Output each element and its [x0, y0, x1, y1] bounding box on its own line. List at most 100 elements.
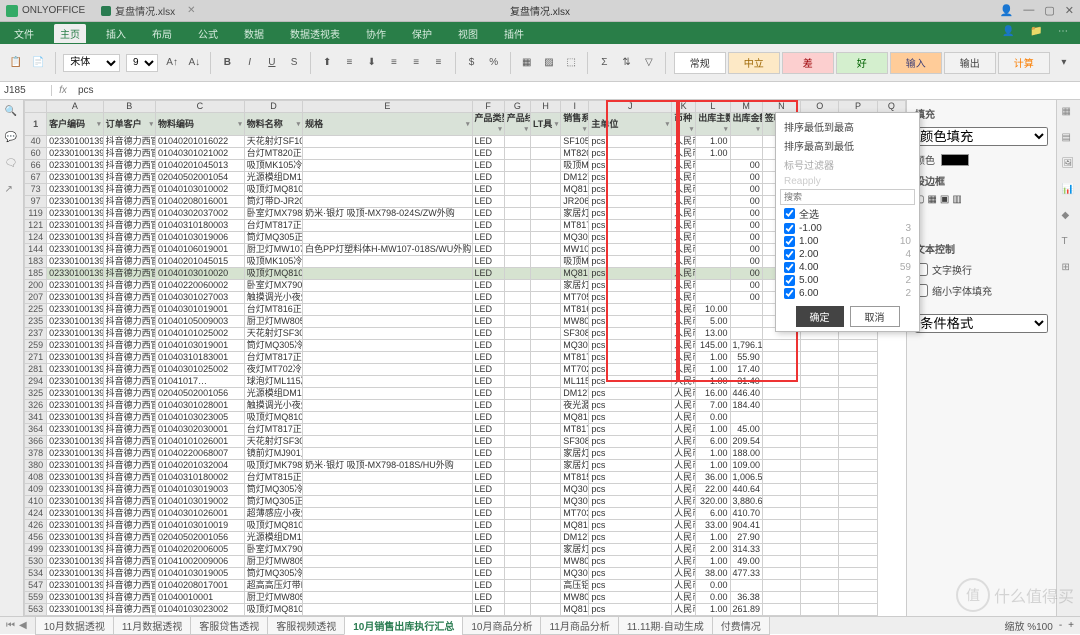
cell[interactable]: 超高高压灯带D铝栅30%、DP-127-400W/DP-127-400W/HU外…	[244, 580, 302, 592]
cell[interactable]: 人民币	[672, 244, 696, 256]
cell[interactable]	[530, 400, 560, 412]
cell[interactable]: LED	[472, 472, 504, 484]
cell[interactable]: 人民币	[672, 376, 696, 388]
cell[interactable]: 1.00	[696, 136, 730, 148]
cell[interactable]	[303, 220, 472, 232]
row-header[interactable]: 1	[25, 113, 47, 136]
cell[interactable]: 02330100139	[47, 292, 103, 304]
cell[interactable]: 抖音德力西官方	[103, 268, 155, 280]
col-header[interactable]: P	[839, 101, 877, 113]
cell[interactable]: pcs	[589, 292, 672, 304]
zoom-out[interactable]: -	[1059, 620, 1062, 631]
cell[interactable]: MQ305系列筒灯	[561, 232, 589, 244]
cell[interactable]	[303, 436, 472, 448]
cell-style[interactable]: 计算	[998, 52, 1050, 74]
cell[interactable]	[530, 184, 560, 196]
ribbon-right-icon[interactable]: ⋯	[1058, 26, 1072, 40]
cell[interactable]: 抖音德力西官方	[103, 196, 155, 208]
table-header-cell[interactable]: 物料名称▾	[244, 113, 302, 136]
cell[interactable]: pcs	[589, 496, 672, 508]
cell[interactable]	[530, 292, 560, 304]
cell[interactable]: 触摸调光小夜灯MT7012PP白色 塑料圆形ID-MT701-001S/LZ外购	[244, 400, 302, 412]
cell[interactable]: 01040301026001	[156, 508, 245, 520]
cell[interactable]	[839, 532, 877, 544]
cell[interactable]: MT705	[561, 292, 589, 304]
cell[interactable]	[530, 388, 560, 400]
align-center-icon[interactable]: ≡	[408, 53, 424, 73]
cell[interactable]: MT817系列台灯	[561, 220, 589, 232]
col-header[interactable]: I	[561, 101, 589, 113]
col-header[interactable]: J	[589, 101, 672, 113]
cell[interactable]	[530, 424, 560, 436]
cell[interactable]: 人民币	[672, 604, 696, 616]
cell[interactable]	[504, 232, 530, 244]
cell[interactable]: 抖音德力西官方	[103, 544, 155, 556]
cell[interactable]	[839, 352, 877, 364]
cell[interactable]	[504, 148, 530, 160]
row-header[interactable]: 73	[25, 184, 47, 196]
cell[interactable]: 02330100139	[47, 412, 103, 424]
cell[interactable]	[839, 604, 877, 616]
percent-icon[interactable]: %	[486, 53, 502, 73]
cell[interactable]: 抖音德力西官方	[103, 292, 155, 304]
cell[interactable]: 光源模组DM127冷白24W24W模组、透光ID-DM-127-024S/ZC外…	[244, 388, 302, 400]
cell[interactable]	[696, 220, 730, 232]
cell[interactable]: 光源模组DM127冷白24W24W模组、透光ID-DM-127-018S/ZC外…	[244, 532, 302, 544]
cell[interactable]: LED	[472, 568, 504, 580]
cell[interactable]: 440.64	[730, 484, 762, 496]
cell[interactable]: 01040310180003	[156, 220, 245, 232]
row-header[interactable]: 534	[25, 568, 47, 580]
cell[interactable]: 6.00	[696, 508, 730, 520]
sheet-tab[interactable]: 11月数据透视	[113, 616, 191, 635]
cell[interactable]: LED	[472, 184, 504, 196]
cell[interactable]: 7.00	[696, 400, 730, 412]
style-dropdown-icon[interactable]: ▾	[1056, 53, 1072, 73]
close-tab-icon[interactable]: ✕	[187, 5, 195, 16]
cell[interactable]	[303, 352, 472, 364]
cell[interactable]: 02330100139	[47, 460, 103, 472]
cell[interactable]: pcs	[589, 460, 672, 472]
cell[interactable]: pcs	[589, 568, 672, 580]
cell[interactable]	[530, 436, 560, 448]
cell[interactable]: LED	[472, 304, 504, 316]
cell[interactable]: LED	[472, 244, 504, 256]
cell[interactable]	[504, 172, 530, 184]
fontsize-select[interactable]: 9	[126, 54, 158, 72]
cell[interactable]	[801, 532, 839, 544]
cell[interactable]	[762, 448, 800, 460]
zoom-in[interactable]: +	[1068, 620, 1074, 631]
cell[interactable]: 抖音德力西官方	[103, 208, 155, 220]
cell[interactable]	[730, 580, 762, 592]
cell[interactable]: pcs	[589, 448, 672, 460]
cell[interactable]	[504, 220, 530, 232]
cell[interactable]: 吸顶MK105系列	[561, 256, 589, 268]
cell[interactable]: 吸顶灯MQ810冷白10W白色 暖白圆形 睡房灯ID-MQ810-010SS/H…	[244, 184, 302, 196]
cell[interactable]	[762, 496, 800, 508]
cell[interactable]: pcs	[589, 424, 672, 436]
wrap-checkbox[interactable]: 文字换行	[915, 262, 1048, 277]
cell[interactable]	[504, 352, 530, 364]
cell[interactable]: 01040010001	[156, 592, 245, 604]
cell[interactable]: 人民币	[672, 580, 696, 592]
cell[interactable]: 抖音德力西官方	[103, 580, 155, 592]
cell[interactable]	[762, 520, 800, 532]
cell[interactable]	[504, 568, 530, 580]
cell[interactable]: 02330100139	[47, 400, 103, 412]
cell[interactable]: 台灯MT817正白2W插电 家居、家庭台灯D-MT817-004S/ZW外购	[244, 424, 302, 436]
cell[interactable]	[530, 244, 560, 256]
cell[interactable]: 446.40	[730, 388, 762, 400]
cell[interactable]: 筒灯MQ305冷白7W插电 暖白圆形 暖材M-MQ305-007S/HU外购	[244, 484, 302, 496]
cell[interactable]: 抖音德力西官方	[103, 460, 155, 472]
cell[interactable]: 00	[730, 220, 762, 232]
cell[interactable]: MT703	[561, 508, 589, 520]
ribbon-tab[interactable]: 公式	[192, 24, 224, 43]
cell[interactable]: 人民币	[672, 256, 696, 268]
cell[interactable]: 33.00	[696, 520, 730, 532]
cell[interactable]: 卧室灯MX798	[244, 208, 302, 220]
cell[interactable]	[762, 580, 800, 592]
cell[interactable]: 00	[730, 280, 762, 292]
cell[interactable]	[530, 376, 560, 388]
cell[interactable]: 02330100139	[47, 424, 103, 436]
cell[interactable]: 抖音德力西官方	[103, 256, 155, 268]
cell[interactable]: 02330100139	[47, 136, 103, 148]
